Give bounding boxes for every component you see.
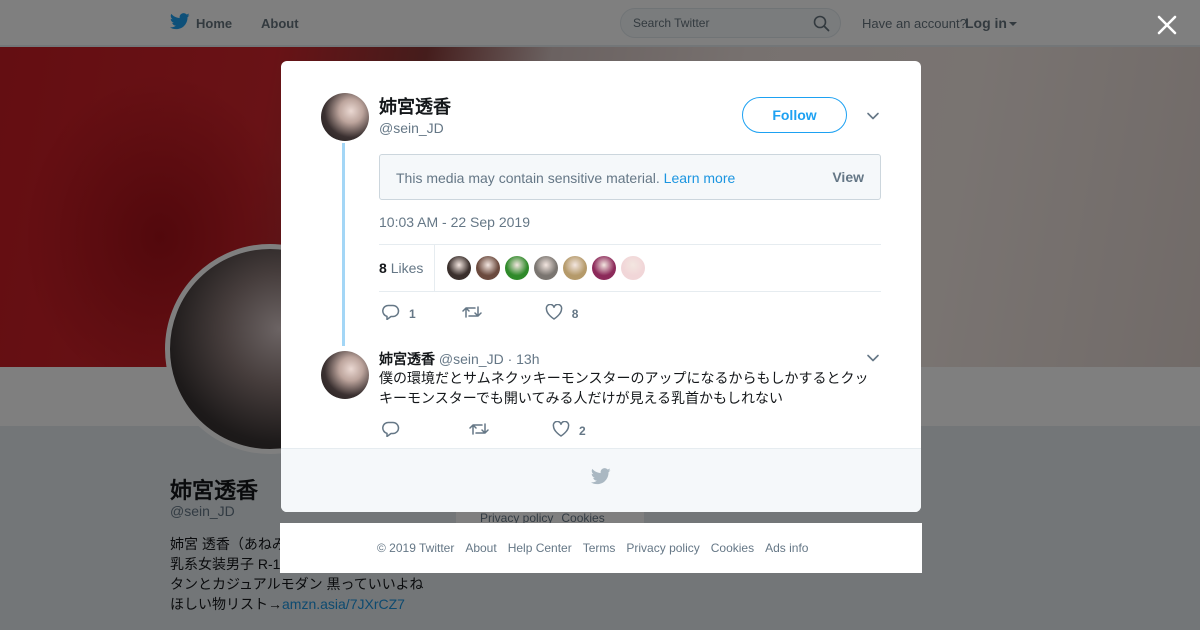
tweet-modal: 姉宮透香 @sein_JD Follow This media may cont… (281, 61, 921, 512)
reply-author-handle[interactable]: @sein_JD (439, 351, 504, 367)
heart-icon (552, 420, 570, 440)
reply-icon (382, 421, 400, 440)
sensitive-media-notice: This media may contain sensitive materia… (379, 154, 881, 200)
tweet-actions: 1 8 (382, 303, 604, 323)
follow-button[interactable]: Follow (742, 97, 847, 133)
reply-icon (382, 304, 400, 323)
liker-avatar[interactable] (534, 256, 558, 280)
tweet-timestamp[interactable]: 10:03 AM - 22 Sep 2019 (379, 214, 530, 230)
reply-author-name[interactable]: 姉宮透香 (379, 351, 435, 367)
footer-link[interactable]: Terms (583, 541, 616, 555)
footer-link[interactable]: About (465, 541, 496, 555)
likes-count[interactable]: 8 Likes (379, 260, 423, 276)
footer-link[interactable]: Ads info (765, 541, 808, 555)
author-handle[interactable]: @sein_JD (379, 120, 444, 136)
reply-text: 僕の環境だとサムネクッキーモンスターのアップになるからもしかするとクッキーモンス… (379, 370, 869, 406)
reply-action[interactable]: 1 (382, 304, 416, 323)
close-icon[interactable] (1156, 14, 1178, 36)
twitter-bird-icon (590, 468, 611, 490)
retweet-action[interactable] (461, 304, 491, 323)
footer-link[interactable]: Cookies (711, 541, 754, 555)
thread-line (342, 143, 345, 346)
liker-avatar[interactable] (447, 256, 471, 280)
like-action[interactable]: 8 (545, 303, 579, 323)
liker-avatar[interactable] (621, 256, 645, 280)
copyright-text: © 2019 Twitter (377, 541, 455, 555)
liker-avatar[interactable] (563, 256, 587, 280)
retweet-action[interactable] (469, 421, 498, 440)
liker-avatar[interactable] (592, 256, 616, 280)
liker-avatars (447, 256, 645, 280)
chevron-down-icon[interactable] (866, 351, 880, 365)
retweet-icon (469, 421, 489, 440)
reply-action[interactable] (382, 421, 409, 440)
footer-bar: © 2019 Twitter About Help Center Terms Priva… (280, 523, 922, 573)
reply-actions: 2 (382, 420, 612, 440)
footer-links: © 2019 Twitter About Help Center Terms Priva… (377, 541, 808, 555)
author-avatar[interactable] (321, 93, 369, 141)
liker-avatar[interactable] (476, 256, 500, 280)
sensitive-text: This media may contain sensitive materia… (396, 170, 735, 186)
likes-row: 8 Likes (379, 244, 881, 292)
reply-dot: · (507, 351, 513, 367)
author-name[interactable]: 姉宮透香 (379, 93, 451, 119)
like-count: 8 (571, 306, 579, 321)
footer-link[interactable]: Privacy policy (626, 541, 699, 555)
liker-avatar[interactable] (505, 256, 529, 280)
retweet-icon (461, 304, 482, 323)
reply-count: 1 (409, 306, 416, 321)
reply-time[interactable]: 13h (516, 351, 539, 367)
sensitive-message: This media may contain sensitive materia… (396, 170, 660, 186)
footer-link[interactable]: Help Center (508, 541, 572, 555)
chevron-down-icon[interactable] (866, 109, 880, 123)
learn-more-link[interactable]: Learn more (664, 170, 736, 186)
like-action[interactable]: 2 (552, 420, 586, 440)
like-count: 2 (579, 423, 586, 438)
likes-label: Likes (390, 260, 424, 276)
reply-author-avatar[interactable] (321, 351, 369, 399)
likes-number: 8 (379, 260, 387, 276)
view-button[interactable]: View (832, 169, 864, 185)
heart-icon (545, 303, 563, 323)
reply-header: 姉宮透香 @sein_JD · 13h (379, 349, 540, 369)
modal-footer (281, 448, 921, 512)
divider (434, 245, 435, 291)
